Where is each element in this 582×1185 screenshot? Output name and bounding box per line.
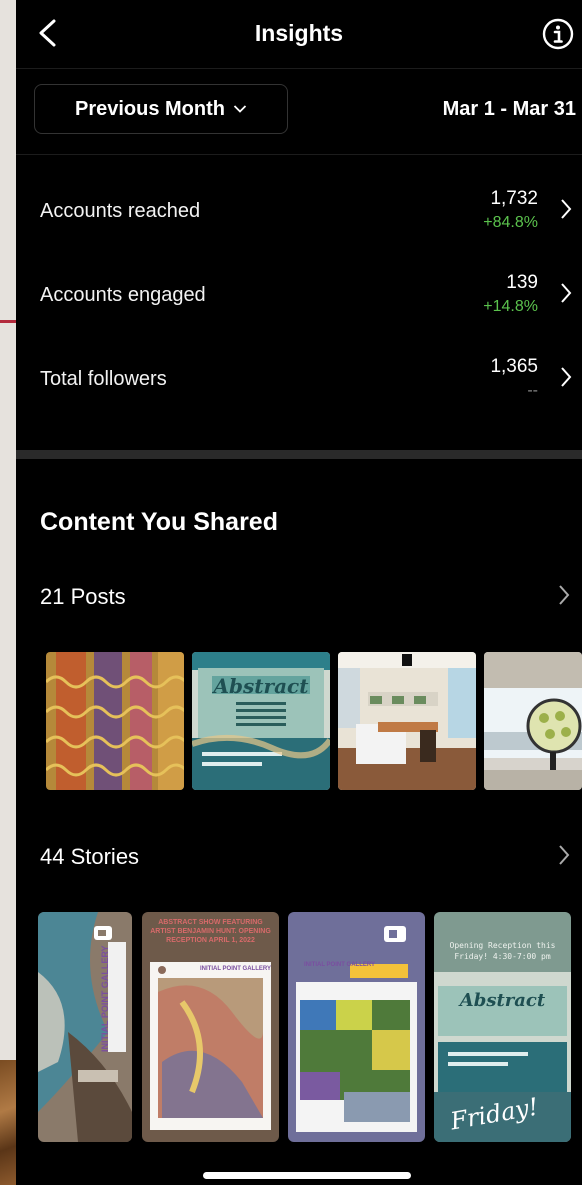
flyer-image (192, 652, 330, 790)
story-thumbnail[interactable]: Opening Reception this Friday! 4:30-7:00… (434, 912, 571, 1142)
section-divider (16, 450, 582, 459)
stories-row[interactable]: 44 Stories (16, 838, 582, 874)
posts-carousel: Abstract (46, 652, 582, 790)
content-section-title: Content You Shared (40, 508, 278, 536)
flyer-title: Abstract (459, 990, 546, 1011)
story-thumbnail[interactable]: INITIAL POINT GALLERY (38, 912, 132, 1142)
stories-count-label: 44 Stories (40, 844, 140, 869)
gallery-room-image (338, 652, 476, 790)
metric-accounts-engaged[interactable]: Accounts engaged 139 +14.8% (16, 272, 582, 342)
stories-carousel: INITIAL POINT GALLERY ABSTRACT SHOW FEAT… (38, 912, 582, 1142)
flyer-heading: Abstract (213, 674, 309, 698)
repost-image (142, 912, 279, 1142)
story-thumbnail[interactable]: INITIAL POINT GALLERY (288, 912, 425, 1142)
post-thumbnail[interactable] (338, 652, 476, 790)
gallery-window-image (484, 652, 582, 790)
metric-change: +84.8% (483, 214, 538, 231)
top-bar: Insights (16, 0, 582, 69)
period-filter-row: Previous Month Mar 1 - Mar 31 (16, 68, 582, 155)
period-dropdown-label: Previous Month (74, 97, 225, 120)
chevron-right-icon (559, 845, 570, 865)
metric-value: 139 (506, 272, 538, 293)
chevron-right-icon (561, 283, 572, 303)
desktop-background (0, 0, 16, 1185)
painting-image (38, 912, 132, 1142)
home-indicator[interactable] (203, 1172, 411, 1179)
metric-label: Accounts reached (40, 200, 201, 222)
story-heading: ABSTRACT SHOW FEATURING ARTIST BENJAMIN … (150, 919, 271, 944)
metric-label: Accounts engaged (40, 284, 206, 306)
posts-row[interactable]: 21 Posts (16, 578, 582, 614)
metric-accounts-reached[interactable]: Accounts reached 1,732 +84.8% (16, 188, 582, 258)
chevron-right-icon (561, 199, 572, 219)
desktop-wood-background (0, 1060, 16, 1185)
story-sticker: INITIAL POINT GALLERY (200, 966, 272, 972)
period-dropdown-button[interactable]: Previous Month (34, 84, 288, 134)
metric-change: -- (527, 382, 538, 399)
post-thumbnail[interactable] (484, 652, 582, 790)
metric-total-followers[interactable]: Total followers 1,365 -- (16, 356, 582, 426)
story-sticker: INITIAL POINT GALLERY (100, 945, 110, 1052)
story-thumbnail[interactable]: ABSTRACT SHOW FEATURING ARTIST BENJAMIN … (142, 912, 279, 1142)
info-icon[interactable] (542, 18, 574, 50)
page-title: Insights (254, 20, 344, 46)
story-heading: Opening Reception this Friday! 4:30-7:00… (449, 941, 556, 961)
post-thumbnail[interactable] (46, 652, 184, 790)
chevron-right-icon (561, 367, 572, 387)
metric-value: 1,732 (490, 188, 538, 209)
date-range: Mar 1 - Mar 31 (442, 98, 576, 120)
chevron-down-icon (233, 105, 247, 113)
metric-change: +14.8% (483, 298, 538, 315)
desktop-accent-line (0, 320, 16, 323)
phone-screen: Insights Previous Month Mar 1 - Mar 31 A… (16, 0, 582, 1185)
painting-image (46, 652, 184, 790)
chevron-right-icon (559, 585, 570, 605)
repost-image (288, 912, 425, 1142)
posts-count-label: 21 Posts (40, 584, 126, 609)
story-sticker: INITIAL POINT GALLERY (304, 962, 376, 968)
post-thumbnail[interactable]: Abstract (192, 652, 330, 790)
metric-label: Total followers (40, 368, 167, 390)
metric-value: 1,365 (490, 356, 538, 377)
